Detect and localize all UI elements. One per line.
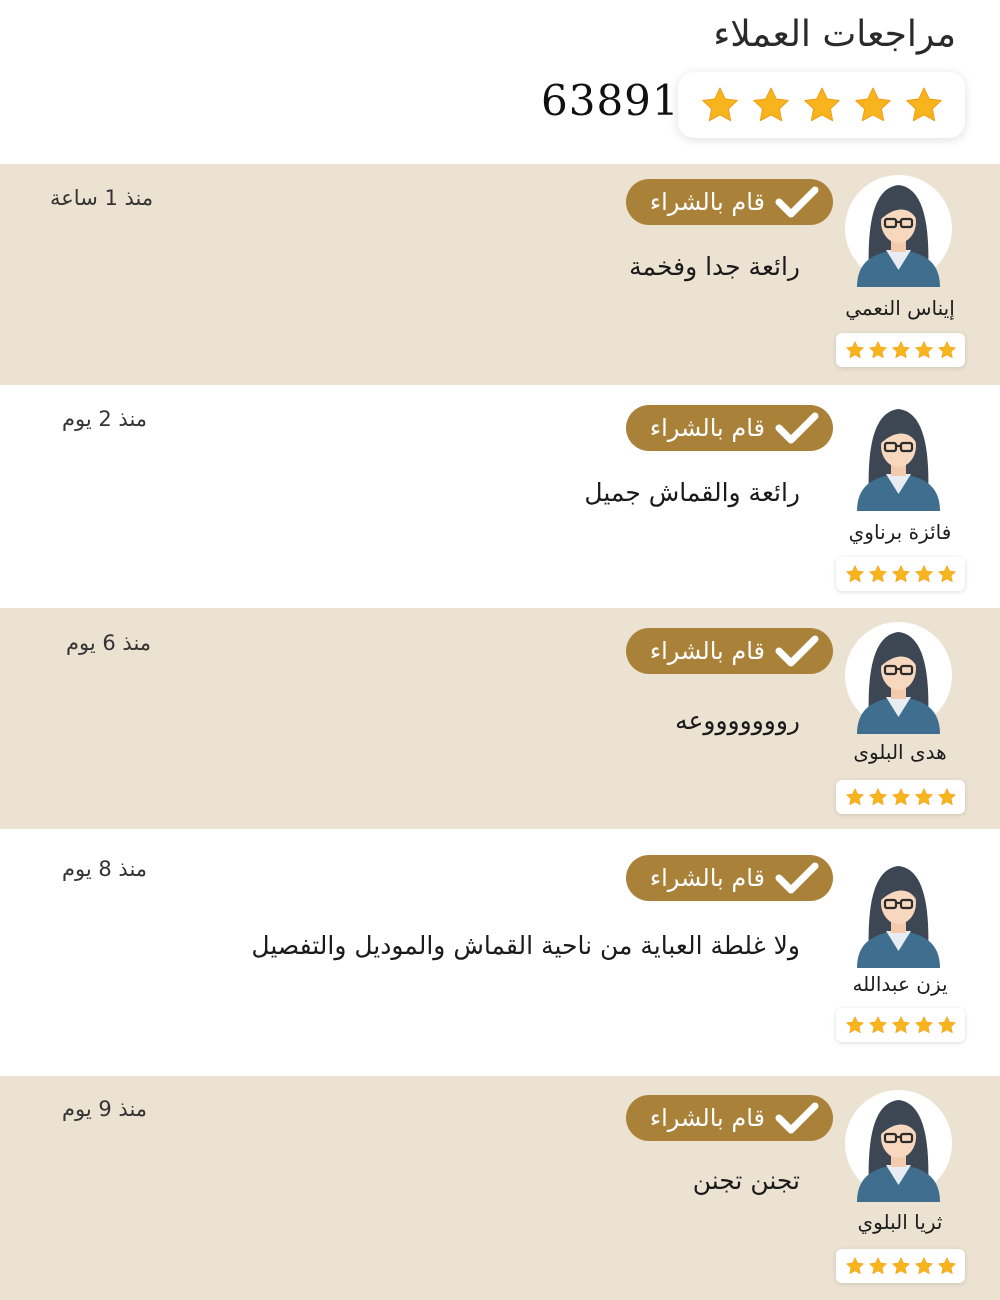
review-stars — [836, 1249, 965, 1283]
review-time: منذ 1 ساعة — [50, 186, 154, 210]
review-stars — [836, 1008, 965, 1042]
reviews-header: مراجعات العملاء 63891 — [0, 0, 1000, 164]
reviewer-name: فائزة برناوي — [848, 520, 952, 544]
review-row: إيناس النعمي قام بالشراء رائعة جدا وفخمة من… — [0, 164, 1000, 385]
review-row: ثريا البلوي قام بالشراء تجنن تجنن منذ 9 يوم — [0, 1076, 1000, 1300]
review-row: فائزة برناوي قام بالشراء رائعة والقماش جمي… — [0, 385, 1000, 608]
reviewer-name: يزن عبدالله — [852, 972, 948, 996]
star-icon — [802, 85, 842, 125]
star-icon — [937, 787, 957, 807]
page-title: مراجعات العملاء — [713, 14, 956, 55]
total-reviews-count: 63891 — [541, 76, 680, 125]
star-icon — [937, 1015, 957, 1035]
badge-label: قام بالشراء — [649, 188, 765, 216]
badge-label: قام بالشراء — [649, 414, 765, 442]
check-icon — [775, 861, 819, 895]
check-icon — [775, 1101, 819, 1135]
star-icon — [845, 1015, 865, 1035]
star-icon — [891, 787, 911, 807]
review-row: يزن عبدالله قام بالشراء ولا غلطة العباية م… — [0, 829, 1000, 1076]
verified-purchase-badge: قام بالشراء — [626, 628, 833, 674]
star-icon — [845, 787, 865, 807]
check-icon — [775, 185, 819, 219]
user-avatar-icon — [845, 1085, 952, 1202]
check-icon — [775, 411, 819, 445]
star-icon — [914, 340, 934, 360]
star-icon — [868, 564, 888, 584]
review-comment: تجنن تجنن — [692, 1166, 800, 1195]
reviewer-name: هدى البلوى — [853, 740, 947, 764]
overall-rating — [678, 72, 965, 138]
review-time: منذ 6 يوم — [66, 631, 152, 655]
star-icon — [914, 787, 934, 807]
user-avatar-icon — [845, 851, 952, 968]
star-icon — [937, 1256, 957, 1276]
star-icon — [751, 85, 791, 125]
badge-label: قام بالشراء — [649, 1104, 765, 1132]
review-comment: روووووووعه — [675, 706, 800, 735]
star-icon — [914, 1015, 934, 1035]
reviewer-name: ثريا البلوي — [857, 1210, 943, 1234]
review-time: منذ 2 يوم — [62, 407, 148, 431]
star-icon — [891, 1015, 911, 1035]
verified-purchase-badge: قام بالشراء — [626, 1095, 833, 1141]
review-comment: رائعة جدا وفخمة — [629, 252, 800, 281]
star-icon — [845, 340, 865, 360]
star-icon — [914, 1256, 934, 1276]
star-icon — [937, 340, 957, 360]
star-icon — [868, 340, 888, 360]
star-icon — [845, 564, 865, 584]
review-stars — [836, 557, 965, 591]
review-stars — [836, 333, 965, 367]
verified-purchase-badge: قام بالشراء — [626, 179, 833, 225]
check-icon — [775, 634, 819, 668]
user-avatar-icon — [845, 394, 952, 511]
review-comment: ولا غلطة العباية من ناحية القماش والمودي… — [251, 931, 800, 960]
star-icon — [868, 1256, 888, 1276]
badge-label: قام بالشراء — [649, 864, 765, 892]
star-icon — [891, 564, 911, 584]
star-icon — [845, 1256, 865, 1276]
star-icon — [868, 787, 888, 807]
star-icon — [700, 85, 740, 125]
review-time: منذ 8 يوم — [62, 857, 148, 881]
review-row: هدى البلوى قام بالشراء روووووووعه منذ 6 يوم — [0, 608, 1000, 829]
star-icon — [891, 1256, 911, 1276]
star-icon — [914, 564, 934, 584]
star-icon — [904, 85, 944, 125]
user-avatar-icon — [845, 170, 952, 287]
star-icon — [891, 340, 911, 360]
review-time: منذ 9 يوم — [62, 1097, 148, 1121]
star-icon — [937, 564, 957, 584]
star-icon — [868, 1015, 888, 1035]
reviewer-name: إيناس النعمي — [845, 296, 955, 320]
badge-label: قام بالشراء — [649, 637, 765, 665]
review-stars — [836, 780, 965, 814]
user-avatar-icon — [845, 617, 952, 734]
star-icon — [853, 85, 893, 125]
verified-purchase-badge: قام بالشراء — [626, 405, 833, 451]
review-comment: رائعة والقماش جميل — [584, 478, 800, 507]
verified-purchase-badge: قام بالشراء — [626, 855, 833, 901]
